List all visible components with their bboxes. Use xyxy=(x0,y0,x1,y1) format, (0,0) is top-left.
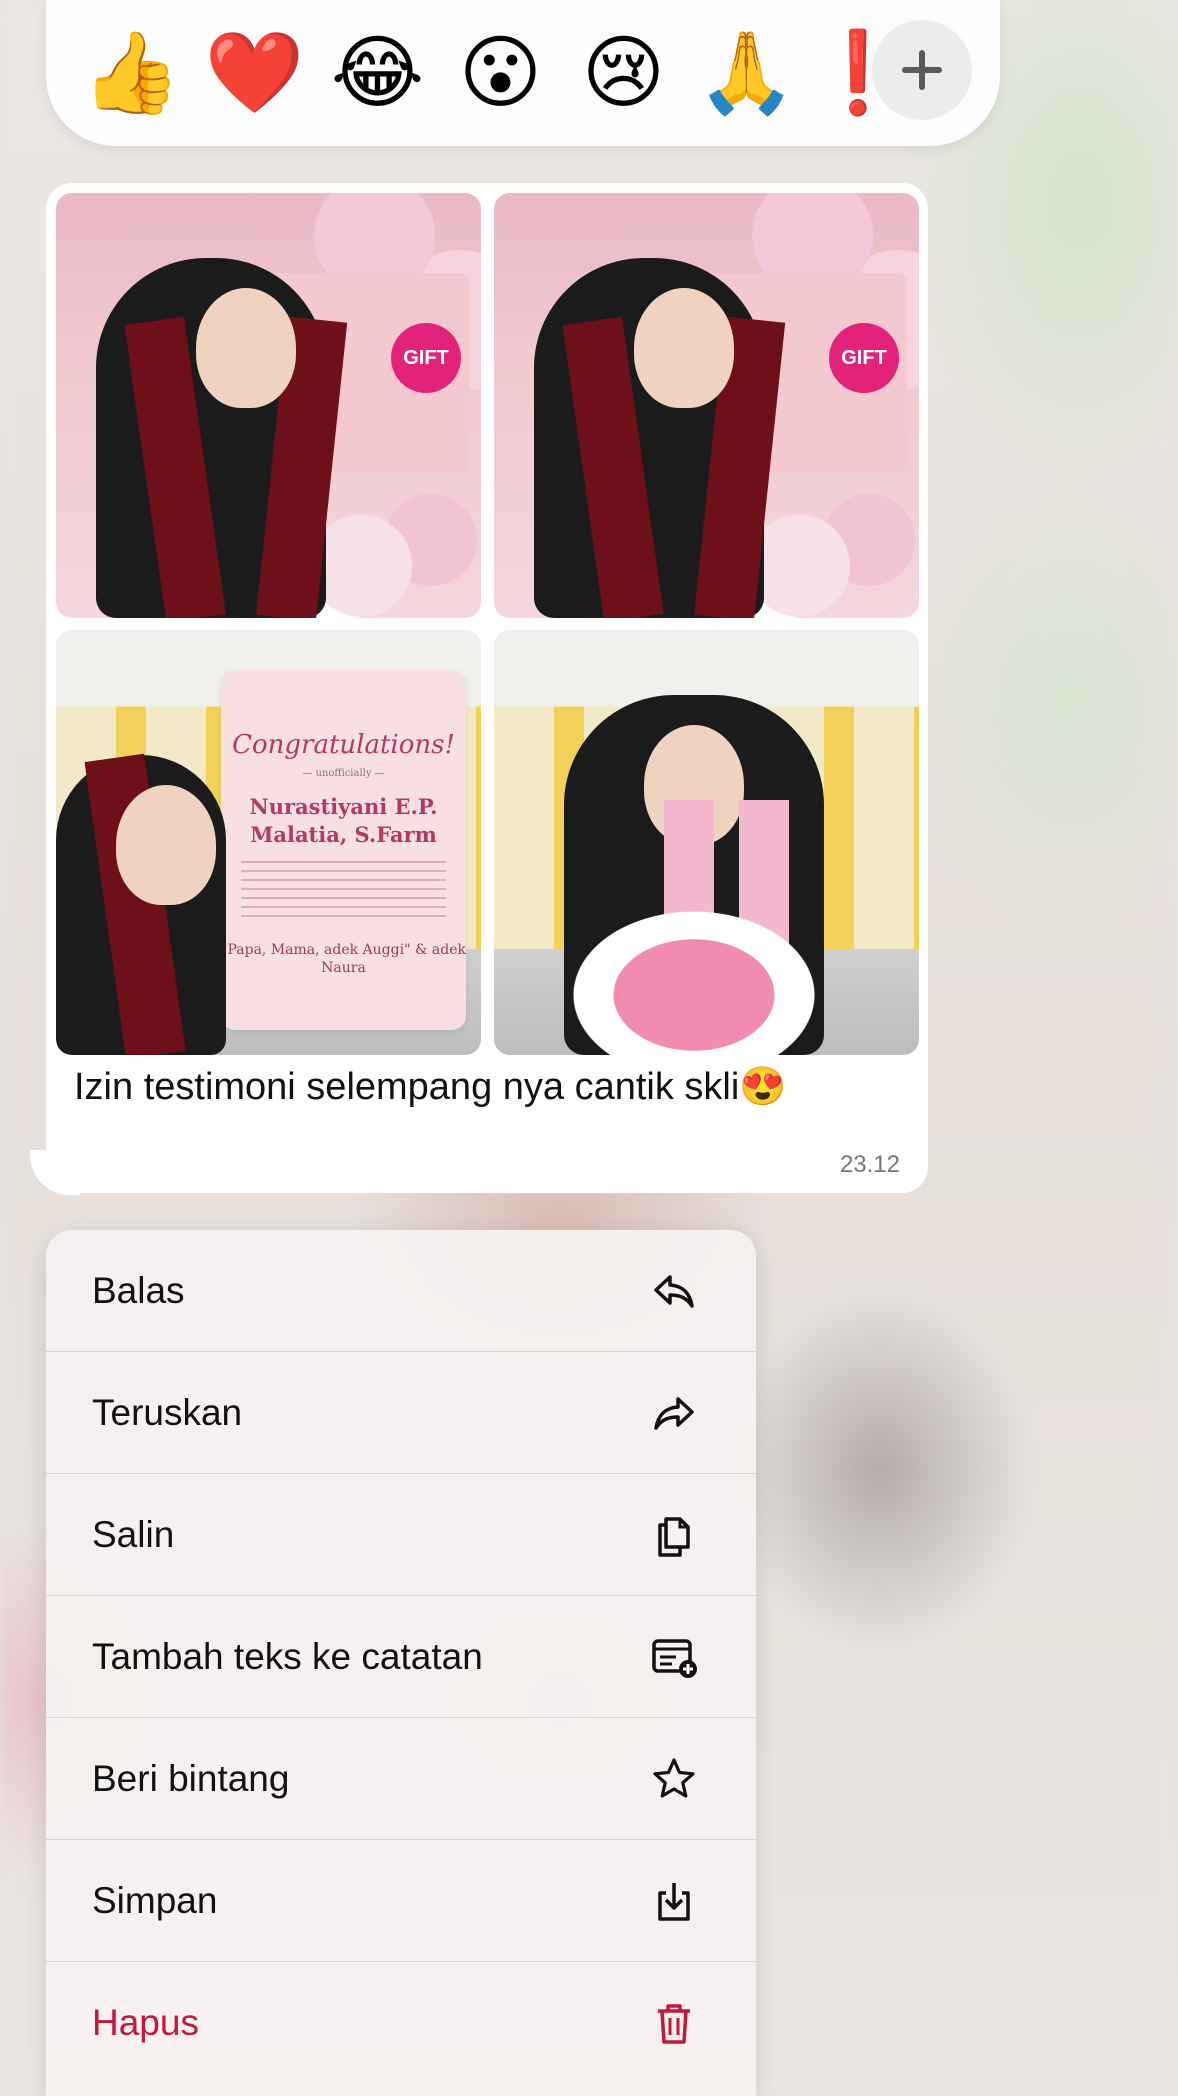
surprised-reaction[interactable]: 😮 xyxy=(439,0,562,146)
copy-icon xyxy=(650,1511,698,1559)
face xyxy=(116,785,216,905)
menu-item-add-note[interactable]: Tambah teks ke catatan xyxy=(46,1596,756,1718)
menu-item-label: Simpan xyxy=(92,1880,218,1921)
menu-item-label: Tambah teks ke catatan xyxy=(92,1636,483,1677)
graduate-figure xyxy=(56,753,226,1055)
menu-item-label: Hapus xyxy=(92,2002,199,2043)
forward-icon xyxy=(650,1389,698,1437)
congratulations-card: Congratulations! — unofficially — Nurast… xyxy=(221,670,466,1030)
menu-item-reply[interactable]: Balas xyxy=(46,1230,756,1352)
message-time: 23.12 xyxy=(839,1151,900,1178)
add-note-icon xyxy=(650,1633,698,1681)
menu-item-save[interactable]: Simpan xyxy=(46,1840,756,1962)
graduate-figure xyxy=(96,258,348,618)
photo-1[interactable]: GIFT xyxy=(56,193,481,618)
reaction-bar: 👍 ❤️ 😂 😮 😢 🙏 ❗ xyxy=(46,0,1000,146)
photo-3[interactable]: Congratulations! — unofficially — Nurast… xyxy=(56,630,481,1055)
context-menu: Balas Teruskan Salin Tambah teks ke cata… xyxy=(46,1230,756,2096)
face xyxy=(196,288,296,408)
menu-item-label: Beri bintang xyxy=(92,1758,290,1799)
graduate-figure xyxy=(534,258,786,618)
menu-item-label: Salin xyxy=(92,1514,175,1555)
menu-item-copy[interactable]: Salin xyxy=(46,1474,756,1596)
card-subtitle: — unofficially — xyxy=(302,768,385,779)
card-from: "Papa, Mama, adek Auggi" & adek Naura xyxy=(221,942,466,976)
star-icon xyxy=(650,1755,698,1803)
exclamation-reaction[interactable]: ❗ xyxy=(808,0,868,146)
add-reaction-button[interactable] xyxy=(872,20,972,120)
save-icon xyxy=(650,1877,698,1925)
face xyxy=(634,288,734,408)
pray-reaction[interactable]: 🙏 xyxy=(685,0,808,146)
menu-item-label: Balas xyxy=(92,1270,185,1311)
gift-tag: GIFT xyxy=(829,323,899,393)
thumbs-up-reaction[interactable]: 👍 xyxy=(70,0,193,146)
photo-4[interactable] xyxy=(494,630,919,1055)
menu-item-star[interactable]: Beri bintang xyxy=(46,1718,756,1840)
laughing-reaction[interactable]: 😂 xyxy=(316,0,439,146)
crying-reaction[interactable]: 😢 xyxy=(562,0,685,146)
menu-item-label: Teruskan xyxy=(92,1392,243,1433)
reply-icon xyxy=(650,1267,698,1315)
message-bubble[interactable]: GIFT GIFT Congratulations! — unofficiall… xyxy=(46,183,928,1193)
card-body-text xyxy=(241,861,446,921)
bouquet xyxy=(564,905,824,1055)
card-name: Nurastiyani E.P. Malatia, S.Farm xyxy=(249,794,438,847)
menu-item-delete[interactable]: Hapus xyxy=(46,1962,756,2084)
trash-icon xyxy=(650,1999,698,2047)
gift-tag: GIFT xyxy=(391,323,461,393)
menu-item-forward[interactable]: Teruskan xyxy=(46,1352,756,1474)
card-title: Congratulations! xyxy=(232,730,455,760)
photo-2[interactable]: GIFT xyxy=(494,193,919,618)
message-text: Izin testimoni selempang nya cantik skli… xyxy=(74,1066,787,1108)
heart-reaction[interactable]: ❤️ xyxy=(193,0,316,146)
